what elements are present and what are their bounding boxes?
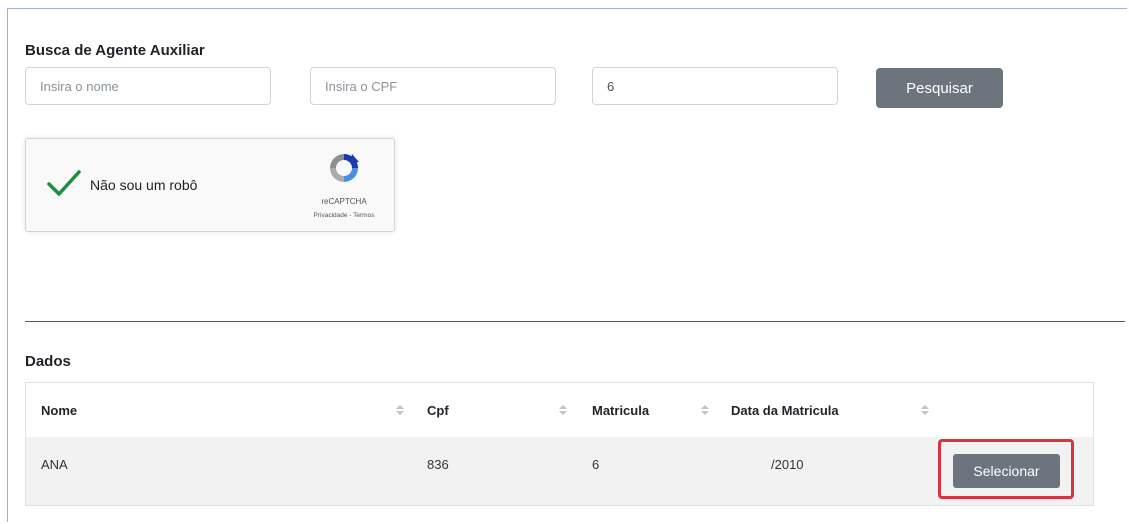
cell-nome: ANA bbox=[41, 457, 68, 472]
sort-icon[interactable] bbox=[559, 405, 567, 415]
select-button[interactable]: Selecionar bbox=[953, 454, 1060, 488]
search-title: Busca de Agente Auxiliar bbox=[25, 42, 205, 59]
search-button[interactable]: Pesquisar bbox=[876, 68, 1003, 108]
column-header-matricula[interactable]: Matricula bbox=[592, 403, 649, 418]
cell-data-matricula: /2010 bbox=[771, 457, 804, 472]
matricula-input[interactable] bbox=[592, 67, 838, 105]
recaptcha-widget: Não sou um robô reCAPTCHA Privacidade - … bbox=[25, 138, 395, 232]
name-input[interactable] bbox=[25, 67, 271, 105]
cell-matricula: 6 bbox=[592, 457, 600, 472]
recaptcha-brand: reCAPTCHA bbox=[321, 197, 367, 206]
cpf-input[interactable] bbox=[310, 67, 556, 105]
table-row: ANA 836 6 /2010 Selecionar bbox=[26, 437, 1093, 505]
section-divider bbox=[25, 321, 1125, 322]
column-header-data-matricula[interactable]: Data da Matricula bbox=[731, 403, 839, 418]
captcha-label: Não sou um robô bbox=[90, 177, 198, 193]
table-header: Nome Cpf Matricula Data da Matricula bbox=[26, 383, 1093, 438]
recaptcha-logo-icon bbox=[330, 154, 359, 182]
checkmark-icon[interactable] bbox=[46, 165, 82, 201]
recaptcha-links[interactable]: Privacidade - Termos bbox=[298, 212, 390, 219]
column-header-nome[interactable]: Nome bbox=[41, 403, 77, 418]
sort-icon[interactable] bbox=[396, 405, 404, 415]
column-header-cpf[interactable]: Cpf bbox=[427, 403, 449, 418]
cell-cpf: 836 bbox=[427, 457, 449, 472]
dados-title: Dados bbox=[25, 353, 71, 370]
results-table: Nome Cpf Matricula Data da Matricula ANA… bbox=[25, 382, 1094, 506]
sort-icon[interactable] bbox=[921, 405, 929, 415]
sort-icon[interactable] bbox=[701, 405, 709, 415]
